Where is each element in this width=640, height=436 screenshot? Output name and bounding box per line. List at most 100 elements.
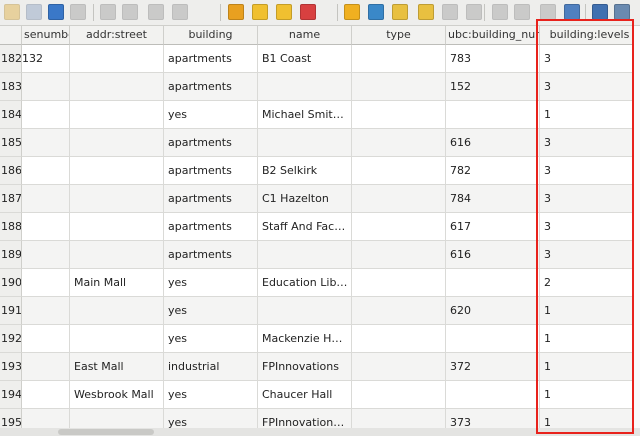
table-cell[interactable] (352, 381, 446, 409)
reload-icon[interactable] (48, 4, 64, 20)
row-header[interactable]: 194 (0, 381, 22, 409)
table-cell[interactable] (70, 297, 164, 325)
table-cell[interactable]: yes (164, 297, 258, 325)
table-cell[interactable]: C1 Hazelton (258, 185, 352, 213)
row-header[interactable]: 189 (0, 241, 22, 269)
table-cell[interactable]: 2 (540, 269, 640, 297)
table-row[interactable]: 195 yes FPInnovation… 373 1 (0, 409, 640, 428)
deselect-all-icon[interactable] (300, 4, 316, 20)
row-header[interactable]: 187 (0, 185, 22, 213)
table-cell[interactable] (22, 325, 70, 353)
table-cell[interactable] (258, 297, 352, 325)
add-feature-icon[interactable] (70, 4, 86, 20)
table-row[interactable]: 191 yes 620 1 (0, 297, 640, 325)
column-header-0[interactable]: senumbe (22, 26, 70, 45)
table-row[interactable]: 190 Main Mall yes Education Lib… 2 (0, 269, 640, 297)
table-cell[interactable]: 3 (540, 129, 640, 157)
table-cell[interactable] (352, 269, 446, 297)
table-cell[interactable]: 1 (540, 101, 640, 129)
select-all-icon[interactable] (252, 4, 268, 20)
table-cell[interactable]: industrial (164, 353, 258, 381)
table-cell[interactable] (70, 213, 164, 241)
table-cell[interactable]: 1 (540, 297, 640, 325)
dock-table-icon[interactable] (592, 4, 608, 20)
table-cell[interactable] (22, 353, 70, 381)
table-cell[interactable]: FPInnovations (258, 353, 352, 381)
table-row[interactable]: 182 132 apartments B1 Coast 783 3 (0, 45, 640, 73)
move-selection-top-icon[interactable] (368, 4, 384, 20)
actions-icon[interactable] (614, 4, 630, 20)
paste-icon[interactable] (172, 4, 188, 20)
table-cell[interactable]: apartments (164, 157, 258, 185)
table-cell[interactable] (22, 409, 70, 428)
table-cell[interactable] (70, 73, 164, 101)
table-cell[interactable] (22, 129, 70, 157)
field-calculator-icon[interactable] (540, 4, 556, 20)
table-cell[interactable] (70, 409, 164, 428)
table-row[interactable]: 186 apartments B2 Selkirk 782 3 (0, 157, 640, 185)
row-header[interactable]: 182 (0, 45, 22, 73)
table-cell[interactable]: apartments (164, 185, 258, 213)
table-cell[interactable]: 1 (540, 353, 640, 381)
table-cell[interactable]: 152 (446, 73, 540, 101)
table-cell[interactable]: apartments (164, 213, 258, 241)
table-cell[interactable]: 617 (446, 213, 540, 241)
paste-rows-icon[interactable] (466, 4, 482, 20)
table-cell[interactable]: 784 (446, 185, 540, 213)
column-header-5[interactable]: ubc:building_num (446, 26, 540, 45)
table-cell[interactable]: 3 (540, 241, 640, 269)
table-cell[interactable]: 782 (446, 157, 540, 185)
row-header[interactable]: 183 (0, 73, 22, 101)
table-cell[interactable]: apartments (164, 73, 258, 101)
table-cell[interactable]: Michael Smit… (258, 101, 352, 129)
table-cell[interactable] (22, 241, 70, 269)
table-row[interactable]: 187 apartments C1 Hazelton 784 3 (0, 185, 640, 213)
table-cell[interactable]: East Mall (70, 353, 164, 381)
column-header-1[interactable]: addr:street (70, 26, 164, 45)
corner-header[interactable] (0, 26, 22, 45)
row-header[interactable]: 191 (0, 297, 22, 325)
table-cell[interactable] (70, 129, 164, 157)
horizontal-scrollbar-thumb[interactable] (58, 429, 154, 435)
row-header[interactable]: 190 (0, 269, 22, 297)
table-cell[interactable]: 783 (446, 45, 540, 73)
table-cell[interactable]: apartments (164, 45, 258, 73)
table-cell[interactable]: 3 (540, 73, 640, 101)
table-cell[interactable]: apartments (164, 241, 258, 269)
table-cell[interactable] (70, 185, 164, 213)
vertical-scrollbar[interactable] (632, 26, 640, 428)
table-cell[interactable]: Wesbrook Mall (70, 381, 164, 409)
delete-feature-icon[interactable] (100, 4, 116, 20)
table-row[interactable]: 192 yes Mackenzie H… 1 (0, 325, 640, 353)
table-cell[interactable] (352, 73, 446, 101)
table-cell[interactable] (22, 269, 70, 297)
table-cell[interactable] (446, 381, 540, 409)
table-cell[interactable]: apartments (164, 129, 258, 157)
table-cell[interactable] (70, 101, 164, 129)
copy-icon[interactable] (148, 4, 164, 20)
table-cell[interactable]: 372 (446, 353, 540, 381)
table-cell[interactable] (352, 241, 446, 269)
table-row[interactable]: 188 apartments Staff And Fac… 617 3 (0, 213, 640, 241)
table-cell[interactable] (446, 269, 540, 297)
table-cell[interactable]: 1 (540, 409, 640, 428)
table-cell[interactable] (352, 353, 446, 381)
row-header[interactable]: 195 (0, 409, 22, 428)
zoom-to-selection-icon[interactable] (418, 4, 434, 20)
table-cell[interactable] (22, 381, 70, 409)
table-row[interactable]: 185 apartments 616 3 (0, 129, 640, 157)
new-field-icon[interactable] (492, 4, 508, 20)
table-cell[interactable] (70, 157, 164, 185)
table-cell[interactable]: Staff And Fac… (258, 213, 352, 241)
row-header[interactable]: 192 (0, 325, 22, 353)
table-cell[interactable] (22, 297, 70, 325)
table-cell[interactable] (352, 157, 446, 185)
table-cell[interactable] (446, 325, 540, 353)
table-cell[interactable] (258, 241, 352, 269)
row-header[interactable]: 184 (0, 101, 22, 129)
table-cell[interactable]: B1 Coast (258, 45, 352, 73)
row-header[interactable]: 193 (0, 353, 22, 381)
column-header-4[interactable]: type (352, 26, 446, 45)
row-header[interactable]: 188 (0, 213, 22, 241)
invert-selection-icon[interactable] (276, 4, 292, 20)
